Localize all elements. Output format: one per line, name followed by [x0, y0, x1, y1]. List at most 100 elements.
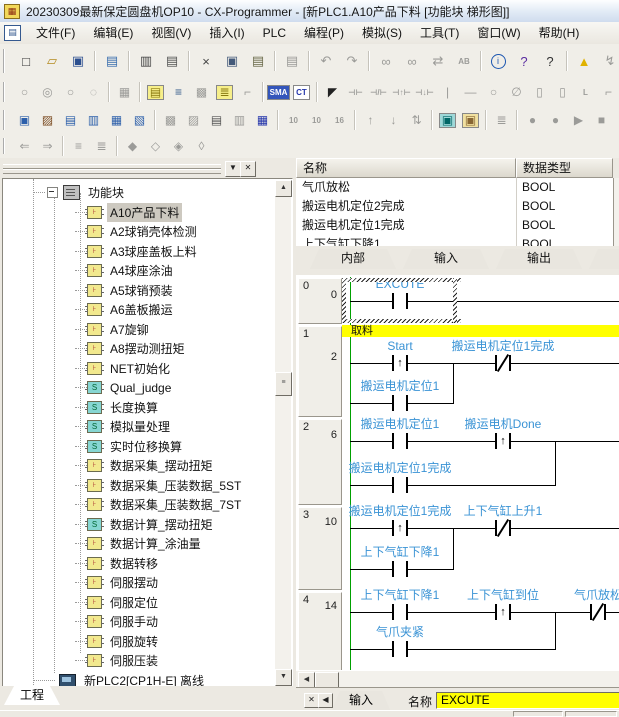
tab-内部[interactable]: 内部 [310, 249, 396, 269]
save-icon[interactable]: ▣ [66, 49, 90, 73]
memory-window-icon[interactable]: ▦ [106, 110, 127, 131]
tree-item-fb[interactable]: ⊦A4球座涂油 [3, 261, 275, 281]
tree-item-fb[interactable]: S模拟量处理 [3, 417, 275, 437]
tree-item-fb[interactable]: ⊦A6盖板搬运 [3, 300, 275, 320]
io-table-window-icon[interactable]: ▤ [60, 110, 81, 131]
compile-program-icon[interactable]: ▩ [160, 110, 181, 131]
work-online-icon[interactable]: ▣ [437, 110, 458, 131]
hierarchy-icon[interactable]: ⌐ [237, 82, 258, 103]
tree-item-fb[interactable]: ⊦A10产品下料 [3, 203, 275, 223]
monitor-decimal-icon[interactable]: 10 [283, 110, 304, 131]
scroll-down-icon[interactable]: ▼ [275, 669, 292, 686]
rung-comment-bar[interactable]: 取料 [342, 325, 619, 337]
tree-item-fb[interactable]: ⊦A5球销预装 [3, 281, 275, 301]
monitor-signed-decimal-icon[interactable]: 10 [306, 110, 327, 131]
menu-工具T[interactable]: 工具(T) [411, 23, 468, 44]
tree-item-function-blocks[interactable]: 功能块 [3, 183, 275, 203]
panel-close-button[interactable]: ✕ [240, 161, 256, 177]
variable-table-scrollbar[interactable] [613, 178, 619, 246]
zoom-fit-icon[interactable]: ◌ [83, 82, 104, 103]
tree-item-fb[interactable]: S实时位移换算 [3, 437, 275, 457]
ladder-rung[interactable]: 搬运电机定位1↑搬运电机Done搬运电机定位1完成 [350, 418, 619, 506]
tree-item-fb[interactable]: ⊦数据采集_压装数据_7ST [3, 495, 275, 515]
vertical-line-icon[interactable]: | [437, 82, 458, 103]
tab-clipped[interactable] [589, 249, 619, 269]
toolbar-grabber[interactable] [3, 110, 10, 130]
plc-settings-icon[interactable]: ▥ [83, 110, 104, 131]
online-monitor-icon[interactable]: ▨ [183, 110, 204, 131]
prev-tab-icon[interactable]: ◀ [318, 693, 333, 708]
tree-scrollbar-thumb[interactable]: ≡ [275, 372, 292, 396]
set-value-icon[interactable]: ↑ [360, 110, 381, 131]
grid-icon[interactable]: ▦ [114, 82, 135, 103]
tree-scrollbar[interactable]: ▲ ≡ ▼ [275, 180, 291, 686]
function-block-invoke-icon[interactable]: ▯ [529, 82, 550, 103]
contact-up-icon[interactable]: ⊣↑⊢ [391, 82, 412, 103]
print-icon[interactable]: ▥ [134, 49, 158, 73]
tree-item-fb[interactable]: ⊦伺服旋转 [3, 632, 275, 652]
menu-编程P[interactable]: 编程(P) [295, 23, 353, 44]
corner-down-icon[interactable]: L [575, 82, 596, 103]
ladder-diagram-panel[interactable]: 001226310414 EXCUTE取料↑Start搬运电机定位1完成搬运电机… [296, 272, 619, 670]
info-icon[interactable]: i [486, 49, 510, 73]
menu-模拟S[interactable]: 模拟(S) [353, 23, 411, 44]
tree-item-fb[interactable]: ⊦数据采集_压装数据_5ST [3, 476, 275, 496]
zoom-out-icon[interactable]: ○ [60, 82, 81, 103]
tree-item-fb[interactable]: S长度换算 [3, 398, 275, 418]
print-preview-icon[interactable]: ▤ [160, 49, 184, 73]
close-icon[interactable]: ✕ [304, 693, 319, 708]
redo-icon[interactable]: ↷ [340, 49, 364, 73]
menu-窗口W[interactable]: 窗口(W) [468, 23, 529, 44]
step-run-icon[interactable]: ◈ [168, 136, 189, 157]
zoom-in-icon[interactable]: ◎ [37, 82, 58, 103]
instruction-icon[interactable]: ▯ [552, 82, 573, 103]
fb-tab-input[interactable]: 输入 [332, 691, 390, 710]
tree-item-fb[interactable]: SQual_judge [3, 378, 275, 398]
ladder-rung[interactable]: ↑搬运电机定位1完成上下气缸上升1上下气缸下降1 [350, 506, 619, 591]
ladder-horizontal-scrollbar[interactable]: ◀ [296, 670, 619, 688]
corner-up-icon[interactable]: ⌐ [598, 82, 619, 103]
address-reference-icon[interactable]: ▦ [252, 110, 273, 131]
toolbar-grabber[interactable] [3, 82, 10, 102]
tree-item-plc[interactable]: 新PLC2[CP1H-E] 离线 [3, 671, 275, 688]
clear-breakpoint-icon[interactable]: ◇ [145, 136, 166, 157]
run-simulation-icon[interactable]: ▶ [568, 110, 589, 131]
variable-row[interactable]: 搬运电机定位1完成BOOL [296, 216, 613, 235]
toolbar-grabber[interactable] [3, 138, 10, 155]
ladder-rung[interactable]: 上下气缸下降1↑上下气缸到位气爪放松气爪夹紧 [350, 591, 619, 670]
ladder-rung[interactable]: 取料↑Start搬运电机定位1完成搬运电机定位1 [350, 325, 619, 418]
validate-warning-icon[interactable]: ▲ [572, 49, 596, 73]
differential-monitor-icon[interactable]: ● [545, 110, 566, 131]
tree-item-fb[interactable]: ⊦A8摆动测扭矩 [3, 339, 275, 359]
panel-grabber[interactable] [3, 169, 221, 174]
ct-view-icon[interactable]: CT [291, 82, 312, 103]
menu-插入I[interactable]: 插入(I) [200, 23, 253, 44]
compile-check-icon[interactable]: ▤ [100, 49, 124, 73]
mnemonic-view-icon[interactable]: ≡ [168, 82, 189, 103]
menu-帮助H[interactable]: 帮助(H) [530, 23, 589, 44]
undo-icon[interactable]: ↶ [314, 49, 338, 73]
program-check-icon[interactable]: ↯ [598, 49, 619, 73]
comment-note-icon[interactable]: ▤ [145, 82, 166, 103]
tree-item-fb[interactable]: ⊦数据采集_摆动扭矩 [3, 456, 275, 476]
mnemonic-window-icon[interactable]: ▨ [37, 110, 58, 131]
swap-ab-icon[interactable]: AB [452, 49, 476, 73]
block-comment-icon[interactable]: ≡ [68, 136, 89, 157]
horizontal-line-icon[interactable]: — [460, 82, 481, 103]
tree-item-fb[interactable]: ⊦伺服摆动 [3, 573, 275, 593]
contact-no-icon[interactable]: ⊣⊢ [345, 82, 366, 103]
find-icon[interactable]: ∞ [374, 49, 398, 73]
force-value-icon[interactable]: ⇅ [406, 110, 427, 131]
transfer-to-plc-icon[interactable]: ≣ [491, 110, 512, 131]
coil-icon[interactable]: ○ [483, 82, 504, 103]
tab-输出[interactable]: 输出 [496, 249, 582, 269]
step-over-icon[interactable]: ◊ [191, 136, 212, 157]
indent-left-icon[interactable]: ⇐ [14, 136, 35, 157]
coil-closed-icon[interactable]: ∅ [506, 82, 527, 103]
variable-row[interactable]: 上下气缸下降1BOOL [296, 235, 613, 246]
tree-item-fb[interactable]: ⊦伺服定位 [3, 593, 275, 613]
toolbar-grabber[interactable] [3, 49, 10, 73]
panel-dropdown-button[interactable]: ▼ [225, 161, 241, 177]
ladder-rung[interactable]: EXCUTE [350, 277, 619, 325]
reset-value-icon[interactable]: ↓ [383, 110, 404, 131]
